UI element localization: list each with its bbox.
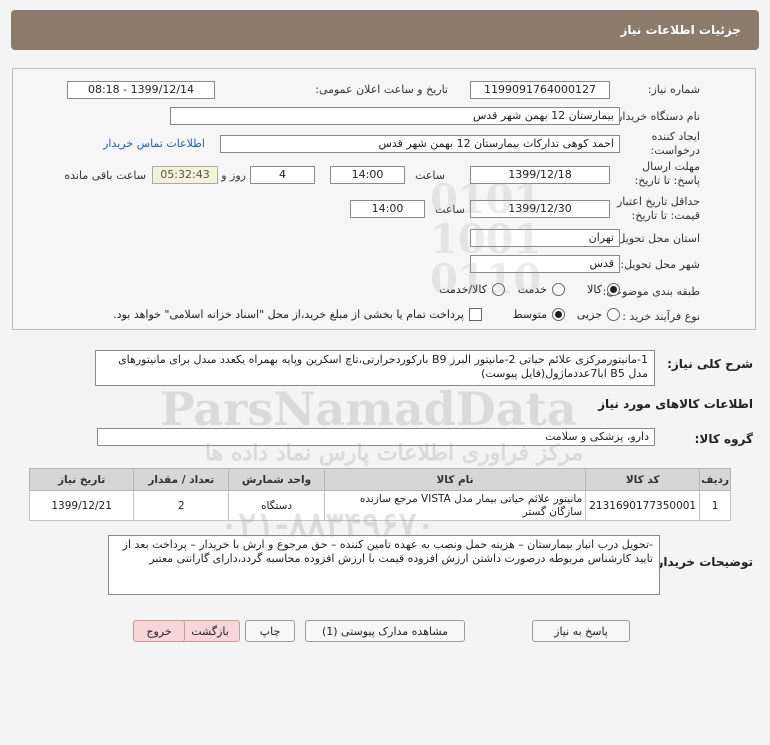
announce-datetime-field: 1399/12/14 - 08:18 xyxy=(67,81,215,99)
cell-code: 2131690177350001 xyxy=(585,490,701,521)
checkbox-icon[interactable] xyxy=(469,308,482,321)
cell-unit: دستگاه xyxy=(228,490,325,521)
validity-time-field: 14:00 xyxy=(350,200,425,218)
table-header-row: ردیف کد کالا نام کالا واحد شمارش تعداد /… xyxy=(28,468,731,491)
reply-button[interactable]: پاسخ به نیاز xyxy=(532,620,630,642)
buyer-org-label: نام دستگاه خریدار: xyxy=(613,110,700,123)
goods-info-heading: اطلاعات کالاهای مورد نیاز xyxy=(598,397,753,411)
buyer-notes-box: -تحویل درب انبار بیمارستان – هزینه حمل و… xyxy=(108,535,660,595)
process-option-medium[interactable]: متوسط xyxy=(512,308,565,321)
days-remaining-field: 4 xyxy=(250,166,315,184)
validity-time-label: ساعت xyxy=(435,203,465,216)
deadline-label: مهلت ارسال پاسخ: تا تاریخ: xyxy=(634,160,700,187)
deadline-time-field: 14:00 xyxy=(330,166,405,184)
cell-qty: 2 xyxy=(133,490,230,521)
col-unit-header: واحد شمارش xyxy=(228,468,325,491)
radio-icon[interactable] xyxy=(607,308,620,321)
radio-icon[interactable] xyxy=(492,283,505,296)
category-option-goods-service[interactable]: کالا/خدمت xyxy=(439,283,505,296)
table-row: 1 2131690177350001 مانیتور علائم حیاتی ب… xyxy=(28,490,731,521)
process-option-label: متوسط xyxy=(512,308,547,321)
need-number-label: شماره نیاز: xyxy=(647,83,700,96)
treasury-note: پرداخت تمام یا بخشی از مبلغ خرید،از محل … xyxy=(113,308,464,321)
goods-group-field: دارو، پزشکی و سلامت xyxy=(97,428,655,446)
buyer-org-field: بیمارستان 12 بهمن شهر قدس xyxy=(170,107,620,125)
contact-info-link[interactable]: اطلاعات تماس خریدار xyxy=(103,137,205,150)
col-qty-header: تعداد / مقدار xyxy=(133,468,230,491)
province-field: تهران xyxy=(470,229,620,247)
process-option-minor[interactable]: جزیی xyxy=(577,308,620,321)
col-code-header: کد کالا xyxy=(585,468,701,491)
items-table: ردیف کد کالا نام کالا واحد شمارش تعداد /… xyxy=(28,468,731,521)
general-desc-box: 1-مانیتورمرکزی علائم حیاتی 2-مانیتور الب… xyxy=(95,350,655,386)
category-option-label: خدمت xyxy=(517,283,547,296)
days-label: روز و xyxy=(221,169,246,182)
print-button[interactable]: چاپ xyxy=(245,620,295,642)
validity-label: حداقل تاریخ اعتبار قیمت: تا تاریخ: xyxy=(616,195,700,222)
col-name-header: نام کالا xyxy=(323,468,587,491)
category-option-label: کالا/خدمت xyxy=(439,283,487,296)
cell-date: 1399/12/21 xyxy=(28,490,135,521)
announce-datetime-label: تاریخ و ساعت اعلان عمومی: xyxy=(315,83,448,96)
requester-label: ایجاد کننده درخواست: xyxy=(650,130,700,157)
category-option-service[interactable]: خدمت xyxy=(518,283,565,296)
exit-button[interactable]: خروج xyxy=(133,620,185,642)
process-option-label: جزیی xyxy=(576,308,602,321)
treasury-option[interactable]: پرداخت تمام یا بخشی از مبلغ خرید،از محل … xyxy=(113,308,482,321)
radio-selected-icon[interactable] xyxy=(607,283,620,296)
need-number-field: 1199091764000127 xyxy=(470,81,610,99)
deadline-date-field: 1399/12/18 xyxy=(470,166,610,184)
remaining-label: ساعت باقی مانده xyxy=(64,169,146,182)
col-date-header: تاریخ نیاز xyxy=(28,468,135,491)
city-label: شهر محل تحویل: xyxy=(620,258,700,271)
radio-selected-icon[interactable] xyxy=(552,308,565,321)
cell-row: 1 xyxy=(699,490,731,521)
requester-field: احمد کوهی تدارکات بیمارستان 12 بهمن شهر … xyxy=(220,135,620,153)
goods-group-label: گروه کالا: xyxy=(694,432,753,446)
page-header: جزئیات اطلاعات نیاز xyxy=(11,10,759,50)
category-option-label: کالا xyxy=(587,283,602,296)
cell-name: مانیتور علائم حیاتی بیمار مدل VISTA مرجع… xyxy=(323,490,587,521)
buyer-notes-label: توضیحات خریدار: xyxy=(651,555,753,569)
city-field: قدس xyxy=(470,255,620,273)
attachments-button[interactable]: مشاهده مدارک پیوستی (1) xyxy=(305,620,465,642)
col-row-header: ردیف xyxy=(699,468,731,491)
validity-date-field: 1399/12/30 xyxy=(470,200,610,218)
general-desc-label: شرح کلی نیاز: xyxy=(667,357,753,371)
radio-icon[interactable] xyxy=(552,283,565,296)
process-type-label: نوع فرآیند خرید : xyxy=(622,310,700,323)
category-option-goods[interactable]: کالا xyxy=(587,283,620,296)
province-label: استان محل تحویل: xyxy=(613,232,700,245)
deadline-time-label: ساعت xyxy=(415,169,445,182)
countdown-timer: 05:32:43 xyxy=(152,166,218,184)
back-button[interactable]: بازگشت xyxy=(180,620,240,642)
page-title: جزئیات اطلاعات نیاز xyxy=(620,23,741,37)
